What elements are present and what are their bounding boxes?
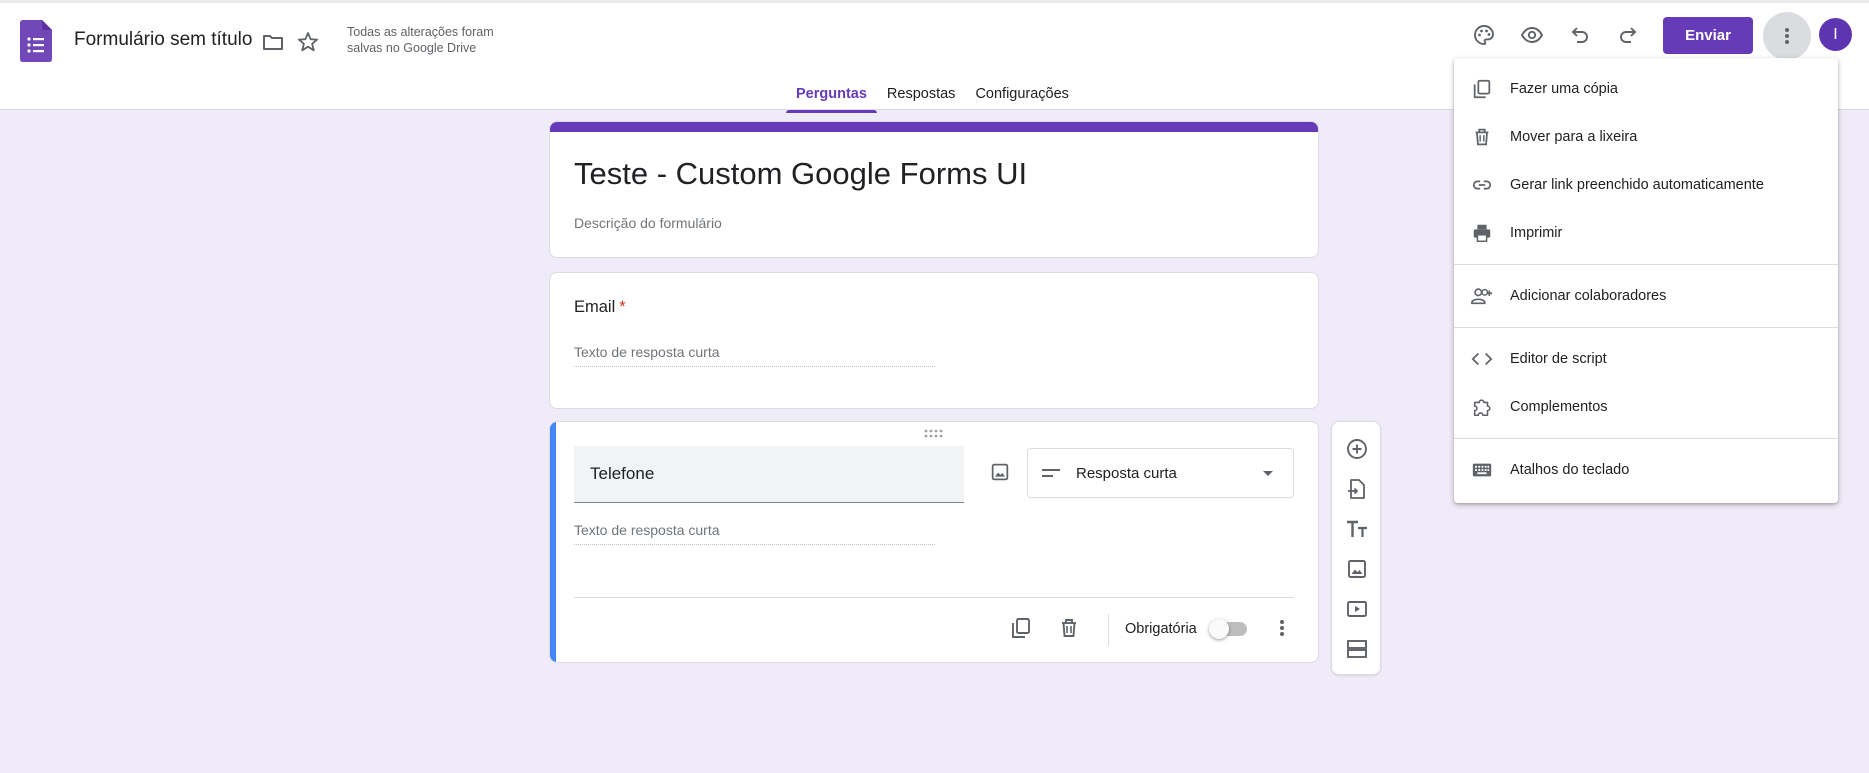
add-section-icon[interactable] bbox=[1344, 636, 1370, 662]
form-title-card[interactable]: Teste - Custom Google Forms UI Descrição… bbox=[549, 121, 1319, 258]
question-card-telefone[interactable]: Telefone Resposta curta Texto de respost… bbox=[549, 421, 1319, 663]
menu-divider bbox=[1454, 438, 1838, 439]
toggle-knob bbox=[1209, 619, 1229, 639]
send-button[interactable]: Enviar bbox=[1663, 17, 1753, 54]
add-title-description-icon[interactable] bbox=[1344, 516, 1370, 542]
delete-icon[interactable] bbox=[1056, 615, 1082, 641]
link-icon bbox=[1470, 173, 1494, 197]
menu-item-label: Mover para a lixeira bbox=[1510, 129, 1638, 145]
menu-item-label: Atalhos do teclado bbox=[1510, 462, 1630, 478]
menu-item-label: Editor de script bbox=[1510, 351, 1607, 367]
preview-eye-icon[interactable] bbox=[1518, 21, 1546, 49]
menu-divider bbox=[1454, 327, 1838, 328]
required-asterisk: * bbox=[619, 298, 626, 316]
short-answer-placeholder: Texto de resposta curta bbox=[574, 344, 935, 367]
save-status: Todas as alterações foram salvas no Goog… bbox=[347, 25, 494, 55]
question-type-label: Resposta curta bbox=[1076, 465, 1177, 482]
keyboard-icon bbox=[1470, 458, 1494, 482]
document-title[interactable]: Formulário sem título bbox=[74, 29, 252, 51]
question-more-icon[interactable] bbox=[1269, 615, 1295, 641]
folder-icon[interactable] bbox=[261, 30, 285, 54]
divider bbox=[574, 597, 1294, 598]
menu-item-label: Fazer uma cópia bbox=[1510, 81, 1618, 97]
forms-logo-icon[interactable] bbox=[20, 20, 52, 62]
required-label: Obrigatória bbox=[1125, 621, 1197, 637]
more-options-button[interactable] bbox=[1763, 12, 1811, 60]
duplicate-icon[interactable] bbox=[1008, 615, 1034, 641]
menu-item-make-copy[interactable]: Fazer uma cópia bbox=[1454, 69, 1838, 109]
menu-item-move-to-trash[interactable]: Mover para a lixeira bbox=[1454, 117, 1838, 157]
copy-icon bbox=[1470, 77, 1494, 101]
tab-configuracoes[interactable]: Configurações bbox=[965, 83, 1079, 113]
add-question-icon[interactable] bbox=[1344, 436, 1370, 462]
active-question-indicator bbox=[550, 422, 556, 662]
redo-icon[interactable] bbox=[1614, 21, 1642, 49]
code-icon bbox=[1470, 347, 1494, 371]
divider bbox=[1108, 614, 1109, 646]
form-title[interactable]: Teste - Custom Google Forms UI bbox=[574, 156, 1027, 192]
menu-item-prefilled-link[interactable]: Gerar link preenchido automaticamente bbox=[1454, 165, 1838, 205]
short-answer-icon bbox=[1042, 469, 1060, 477]
add-image-icon[interactable] bbox=[987, 459, 1013, 485]
question-type-dropdown[interactable]: Resposta curta bbox=[1027, 448, 1294, 498]
short-answer-placeholder: Texto de resposta curta bbox=[574, 522, 935, 545]
side-toolbar bbox=[1331, 421, 1381, 675]
add-image-icon[interactable] bbox=[1344, 556, 1370, 582]
menu-item-script-editor[interactable]: Editor de script bbox=[1454, 339, 1838, 379]
menu-item-add-collaborators[interactable]: Adicionar colaboradores bbox=[1454, 276, 1838, 316]
menu-item-keyboard-shortcuts[interactable]: Atalhos do teclado bbox=[1454, 450, 1838, 490]
tab-respostas[interactable]: Respostas bbox=[877, 83, 966, 113]
add-people-icon bbox=[1470, 284, 1494, 308]
question-title-input[interactable]: Telefone bbox=[574, 446, 964, 503]
menu-item-add-ons[interactable]: Complementos bbox=[1454, 387, 1838, 427]
menu-item-label: Adicionar colaboradores bbox=[1510, 288, 1667, 304]
question-card-email[interactable]: Email * Texto de resposta curta bbox=[549, 272, 1319, 409]
drag-handle-icon[interactable] bbox=[923, 429, 943, 439]
print-icon bbox=[1470, 221, 1494, 245]
required-toggle[interactable] bbox=[1209, 619, 1247, 639]
question-label: Email bbox=[574, 298, 616, 316]
tab-bar: Perguntas Respostas Configurações bbox=[786, 83, 1079, 113]
palette-icon[interactable] bbox=[1470, 21, 1498, 49]
add-video-icon[interactable] bbox=[1344, 596, 1370, 622]
undo-icon[interactable] bbox=[1566, 21, 1594, 49]
tab-perguntas[interactable]: Perguntas bbox=[786, 83, 877, 113]
more-vert-icon bbox=[1785, 28, 1789, 44]
form-description-field[interactable]: Descrição do formulário bbox=[574, 215, 722, 231]
menu-item-print[interactable]: Imprimir bbox=[1454, 213, 1838, 253]
account-avatar[interactable]: I bbox=[1819, 18, 1852, 51]
menu-item-label: Gerar link preenchido automaticamente bbox=[1510, 177, 1764, 193]
menu-item-label: Complementos bbox=[1510, 399, 1608, 415]
import-questions-icon[interactable] bbox=[1344, 476, 1370, 502]
star-icon[interactable] bbox=[296, 30, 320, 54]
trash-icon bbox=[1470, 125, 1494, 149]
more-options-menu: Fazer uma cópia Mover para a lixeira Ger… bbox=[1454, 58, 1838, 503]
puzzle-icon bbox=[1470, 395, 1494, 419]
menu-divider bbox=[1454, 264, 1838, 265]
question-title: Email * bbox=[574, 298, 626, 317]
accent-bar bbox=[550, 122, 1318, 132]
dropdown-arrow-icon bbox=[1263, 471, 1273, 476]
menu-item-label: Imprimir bbox=[1510, 225, 1563, 241]
